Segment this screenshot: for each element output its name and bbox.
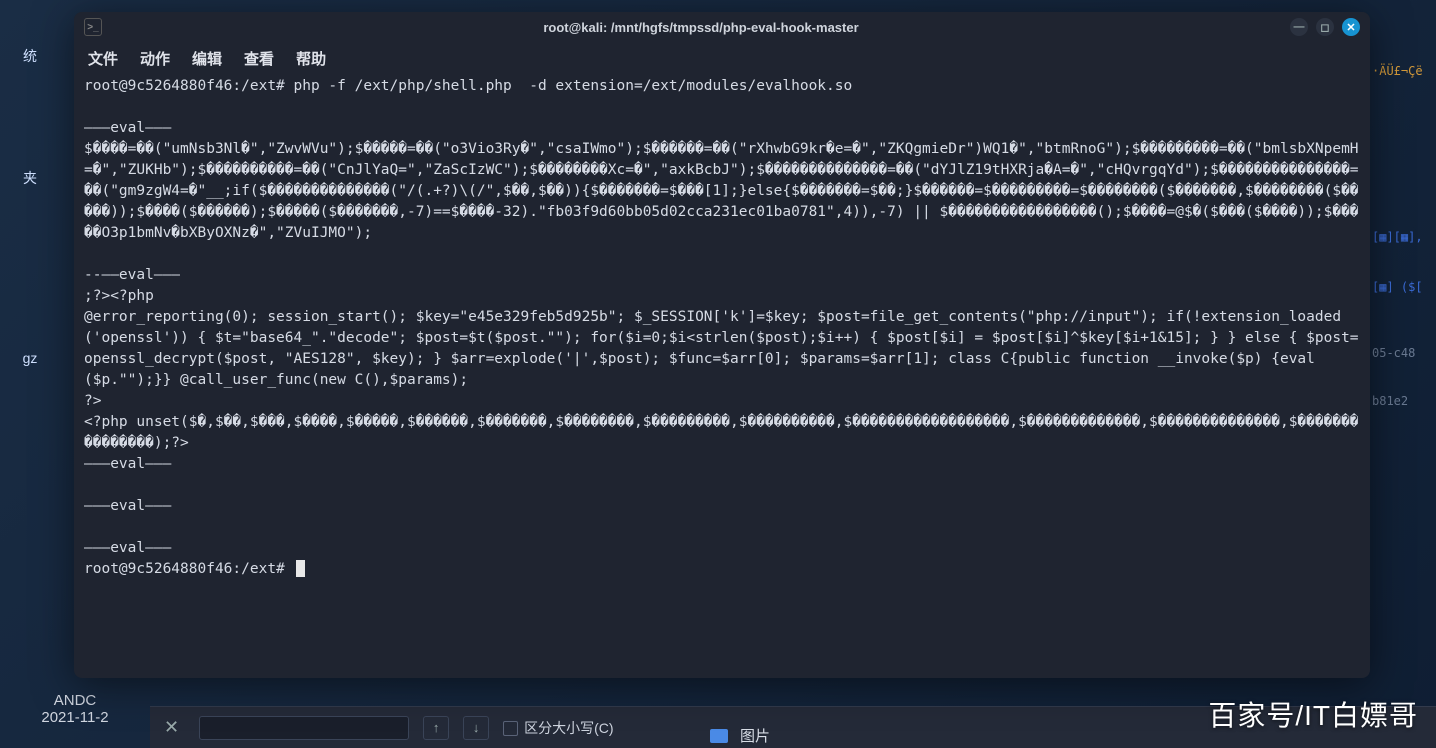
findbar-close-icon[interactable]: ✕ (164, 717, 179, 738)
eval-header-1: ———eval——— (84, 120, 171, 136)
terminal-app-icon: >_ (84, 18, 102, 36)
menu-file[interactable]: 文件 (88, 48, 118, 69)
close-button[interactable]: ✕ (1342, 18, 1360, 36)
checkbox-icon[interactable] (503, 721, 518, 736)
background-editor-fragment: ·ÄÜ£¬Çë [▦][▦], [▦] ($[ 05-c48 b81e2 (1370, 60, 1436, 560)
window-title: root@kali: /mnt/hgfs/tmpssd/php-eval-hoo… (112, 20, 1290, 35)
menu-view[interactable]: 查看 (244, 48, 274, 69)
maximize-button[interactable]: ◻ (1316, 18, 1334, 36)
terminal-menubar: 文件 动作 编辑 查看 帮助 (74, 42, 1370, 74)
findbar-prev-button[interactable]: ↑ (423, 716, 449, 740)
eval-header-4: ———eval——— (84, 498, 171, 514)
terminal-output[interactable]: root@9c5264880f46:/ext# php -f /ext/php/… (74, 74, 1370, 678)
terminal-window: >_ root@kali: /mnt/hgfs/tmpssd/php-eval-… (74, 12, 1370, 678)
bottom-left-line2: 2021-11-2 (10, 709, 140, 726)
fm-bottom-label: 图片 (740, 725, 770, 746)
desktop-bottom-label: ANDC 2021-11-2 (0, 686, 150, 748)
watermark-text: 百家号/IT白嫖哥 (1208, 694, 1418, 734)
findbar-case-option[interactable]: 区分大小写(C) (503, 718, 613, 738)
desktop-icon-3[interactable]: gz (0, 344, 60, 372)
menu-edit[interactable]: 编辑 (192, 48, 222, 69)
menu-action[interactable]: 动作 (140, 48, 170, 69)
eval-block-2: ;?><?php @error_reporting(0); session_st… (84, 288, 1359, 451)
terminal-cursor (296, 560, 305, 577)
bottom-left-line1: ANDC (10, 692, 140, 709)
desktop-icon-1[interactable]: 统 (0, 40, 60, 72)
prompt-line-2: root@9c5264880f46:/ext# (84, 561, 294, 577)
findbar-case-label: 区分大小写(C) (524, 720, 613, 736)
filemanager-bottom-row[interactable]: 图片 (710, 725, 770, 746)
window-titlebar[interactable]: >_ root@kali: /mnt/hgfs/tmpssd/php-eval-… (74, 12, 1370, 42)
menu-help[interactable]: 帮助 (296, 48, 326, 69)
folder-icon (710, 729, 728, 743)
eval-block-1: $����=��("umNsb3Nl�","ZwvWVu");$�����=��… (84, 141, 1359, 241)
findbar-search-input[interactable] (199, 716, 409, 740)
eval-header-3: ———eval——— (84, 456, 171, 472)
findbar-next-button[interactable]: ↓ (463, 716, 489, 740)
minimize-button[interactable]: — (1290, 18, 1308, 36)
desktop-icon-2[interactable]: 夹 (0, 162, 60, 194)
eval-header-5: ———eval——— (84, 540, 171, 556)
prompt-line-1: root@9c5264880f46:/ext# php -f /ext/php/… (84, 78, 852, 94)
desktop-left-icons: 统 夹 gz (0, 30, 60, 372)
eval-header-2: --——eval——— (84, 267, 180, 283)
